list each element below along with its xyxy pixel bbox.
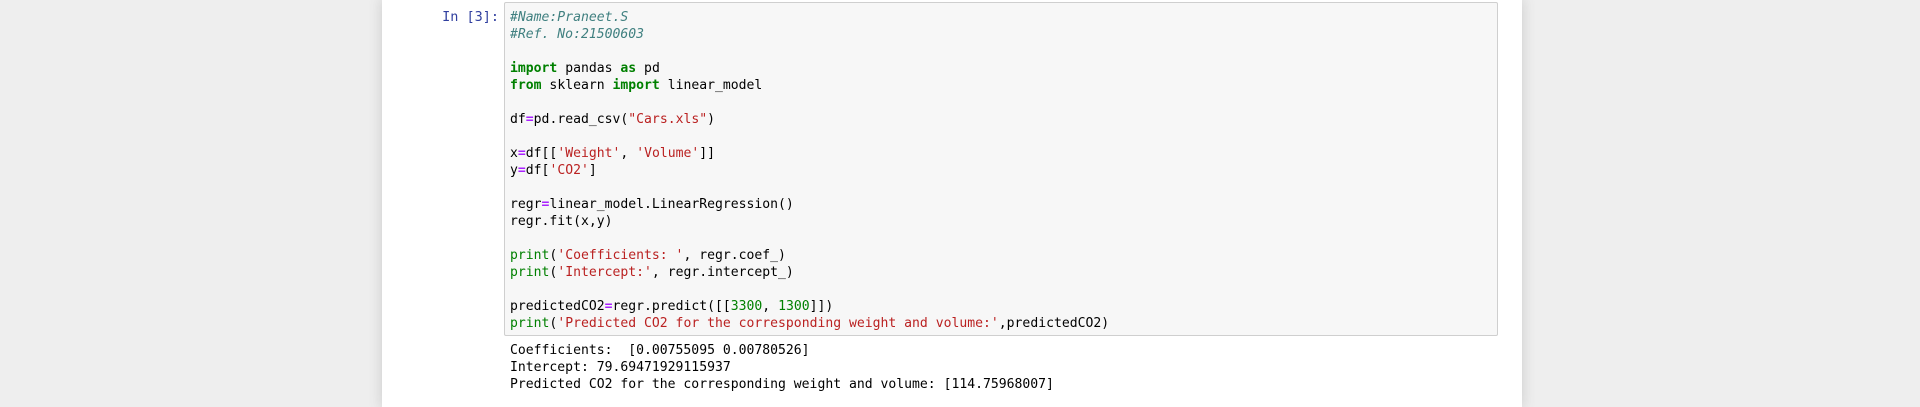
cell-output: Coefficients: [0.00755095 0.00780526] Int… [504,342,1498,402]
code-token: , regr.intercept_) [651,265,794,280]
code-token: ]] [699,146,716,161]
code-token-number: 3300 [730,299,763,314]
code-token: predictedCO2 [510,299,605,314]
code-token: , [620,146,637,161]
code-token: , regr.coef_) [683,248,786,263]
code-line: #Name:Praneet.S [510,9,1492,26]
code-token: df[[ [525,146,558,161]
input-prompt: In [3]: [442,9,499,25]
code-token-string: 'CO2' [549,163,589,178]
code-token-builtin: print [510,316,550,331]
code-line: predictedCO2=regr.predict([[3300, 1300]]… [510,298,1492,315]
code-line: from sklearn import linear_model [510,77,1492,94]
code-token-comment: #Name:Praneet.S [510,10,629,25]
code-token-comment: #Ref. No:21500603 [510,27,645,42]
notebook-container: In [3]: #Name:Praneet.S #Ref. No:21500603… [382,0,1522,407]
code-line: print('Coefficients: ', regr.coef_) [510,247,1492,264]
output-line: Intercept: 79.69471929115937 [510,360,731,375]
code-token: y [510,163,518,178]
code-line: #Ref. No:21500603 [510,26,1492,43]
notebook-page: In [3]: #Name:Praneet.S #Ref. No:21500603… [0,0,1920,407]
code-token: ) [707,112,716,127]
code-editor[interactable]: #Name:Praneet.S #Ref. No:21500603 import … [504,2,1498,336]
code-token-string: 'Intercept:' [557,265,652,280]
code-token: regr.predict([[ [612,299,731,314]
code-token-string: "Cars.xls" [628,112,708,127]
code-token: ] [588,163,597,178]
code-token: ]]) [809,299,834,314]
code-line: df=pd.read_csv("Cars.xls") [510,111,1492,128]
code-token-operator: = [525,112,534,127]
code-token: , [762,299,779,314]
code-token: pd [636,61,660,76]
code-line: regr.fit(x,y) [510,213,1492,230]
code-token-keyword: import [612,78,660,93]
code-line: y=df['CO2'] [510,162,1492,179]
code-token: regr.fit(x,y) [510,214,613,229]
code-token-string: 'Weight' [557,146,621,161]
code-token: sklearn [541,78,613,93]
code-cell[interactable]: In [3]: #Name:Praneet.S #Ref. No:21500603… [382,0,1522,407]
code-token-keyword: as [620,61,637,76]
code-token: pd.read_csv( [533,112,629,127]
code-token: linear_model.LinearRegression() [549,197,794,212]
code-token-string: 'Predicted CO2 for the corresponding wei… [557,316,999,331]
code-token: x [510,146,518,161]
code-token-string: 'Coefficients: ' [557,248,684,263]
code-token: df[ [525,163,550,178]
page-scrollbar[interactable] [1903,0,1920,407]
code-token-operator: = [517,163,526,178]
code-token: pandas [557,61,621,76]
code-token-keyword: from [510,78,542,93]
code-token: df [510,112,526,127]
code-line: print('Intercept:', regr.intercept_) [510,264,1492,281]
code-token-builtin: print [510,265,550,280]
output-line: Predicted CO2 for the corresponding weig… [510,377,1054,392]
code-token: ,predictedCO2) [998,316,1110,331]
code-line: import pandas as pd [510,60,1492,77]
output-line: Coefficients: [0.00755095 0.00780526] [510,343,810,358]
code-token: regr [510,197,542,212]
code-line: regr=linear_model.LinearRegression() [510,196,1492,213]
code-token-builtin: print [510,248,550,263]
code-token-number: 1300 [778,299,810,314]
code-line: print('Predicted CO2 for the correspondi… [510,315,1492,332]
code-token: linear_model [659,78,763,93]
code-token-operator: = [604,299,613,314]
code-token-string: 'Volume' [636,146,700,161]
code-line: x=df[['Weight', 'Volume']] [510,145,1492,162]
code-token-keyword: import [510,61,558,76]
code-token-operator: = [517,146,526,161]
